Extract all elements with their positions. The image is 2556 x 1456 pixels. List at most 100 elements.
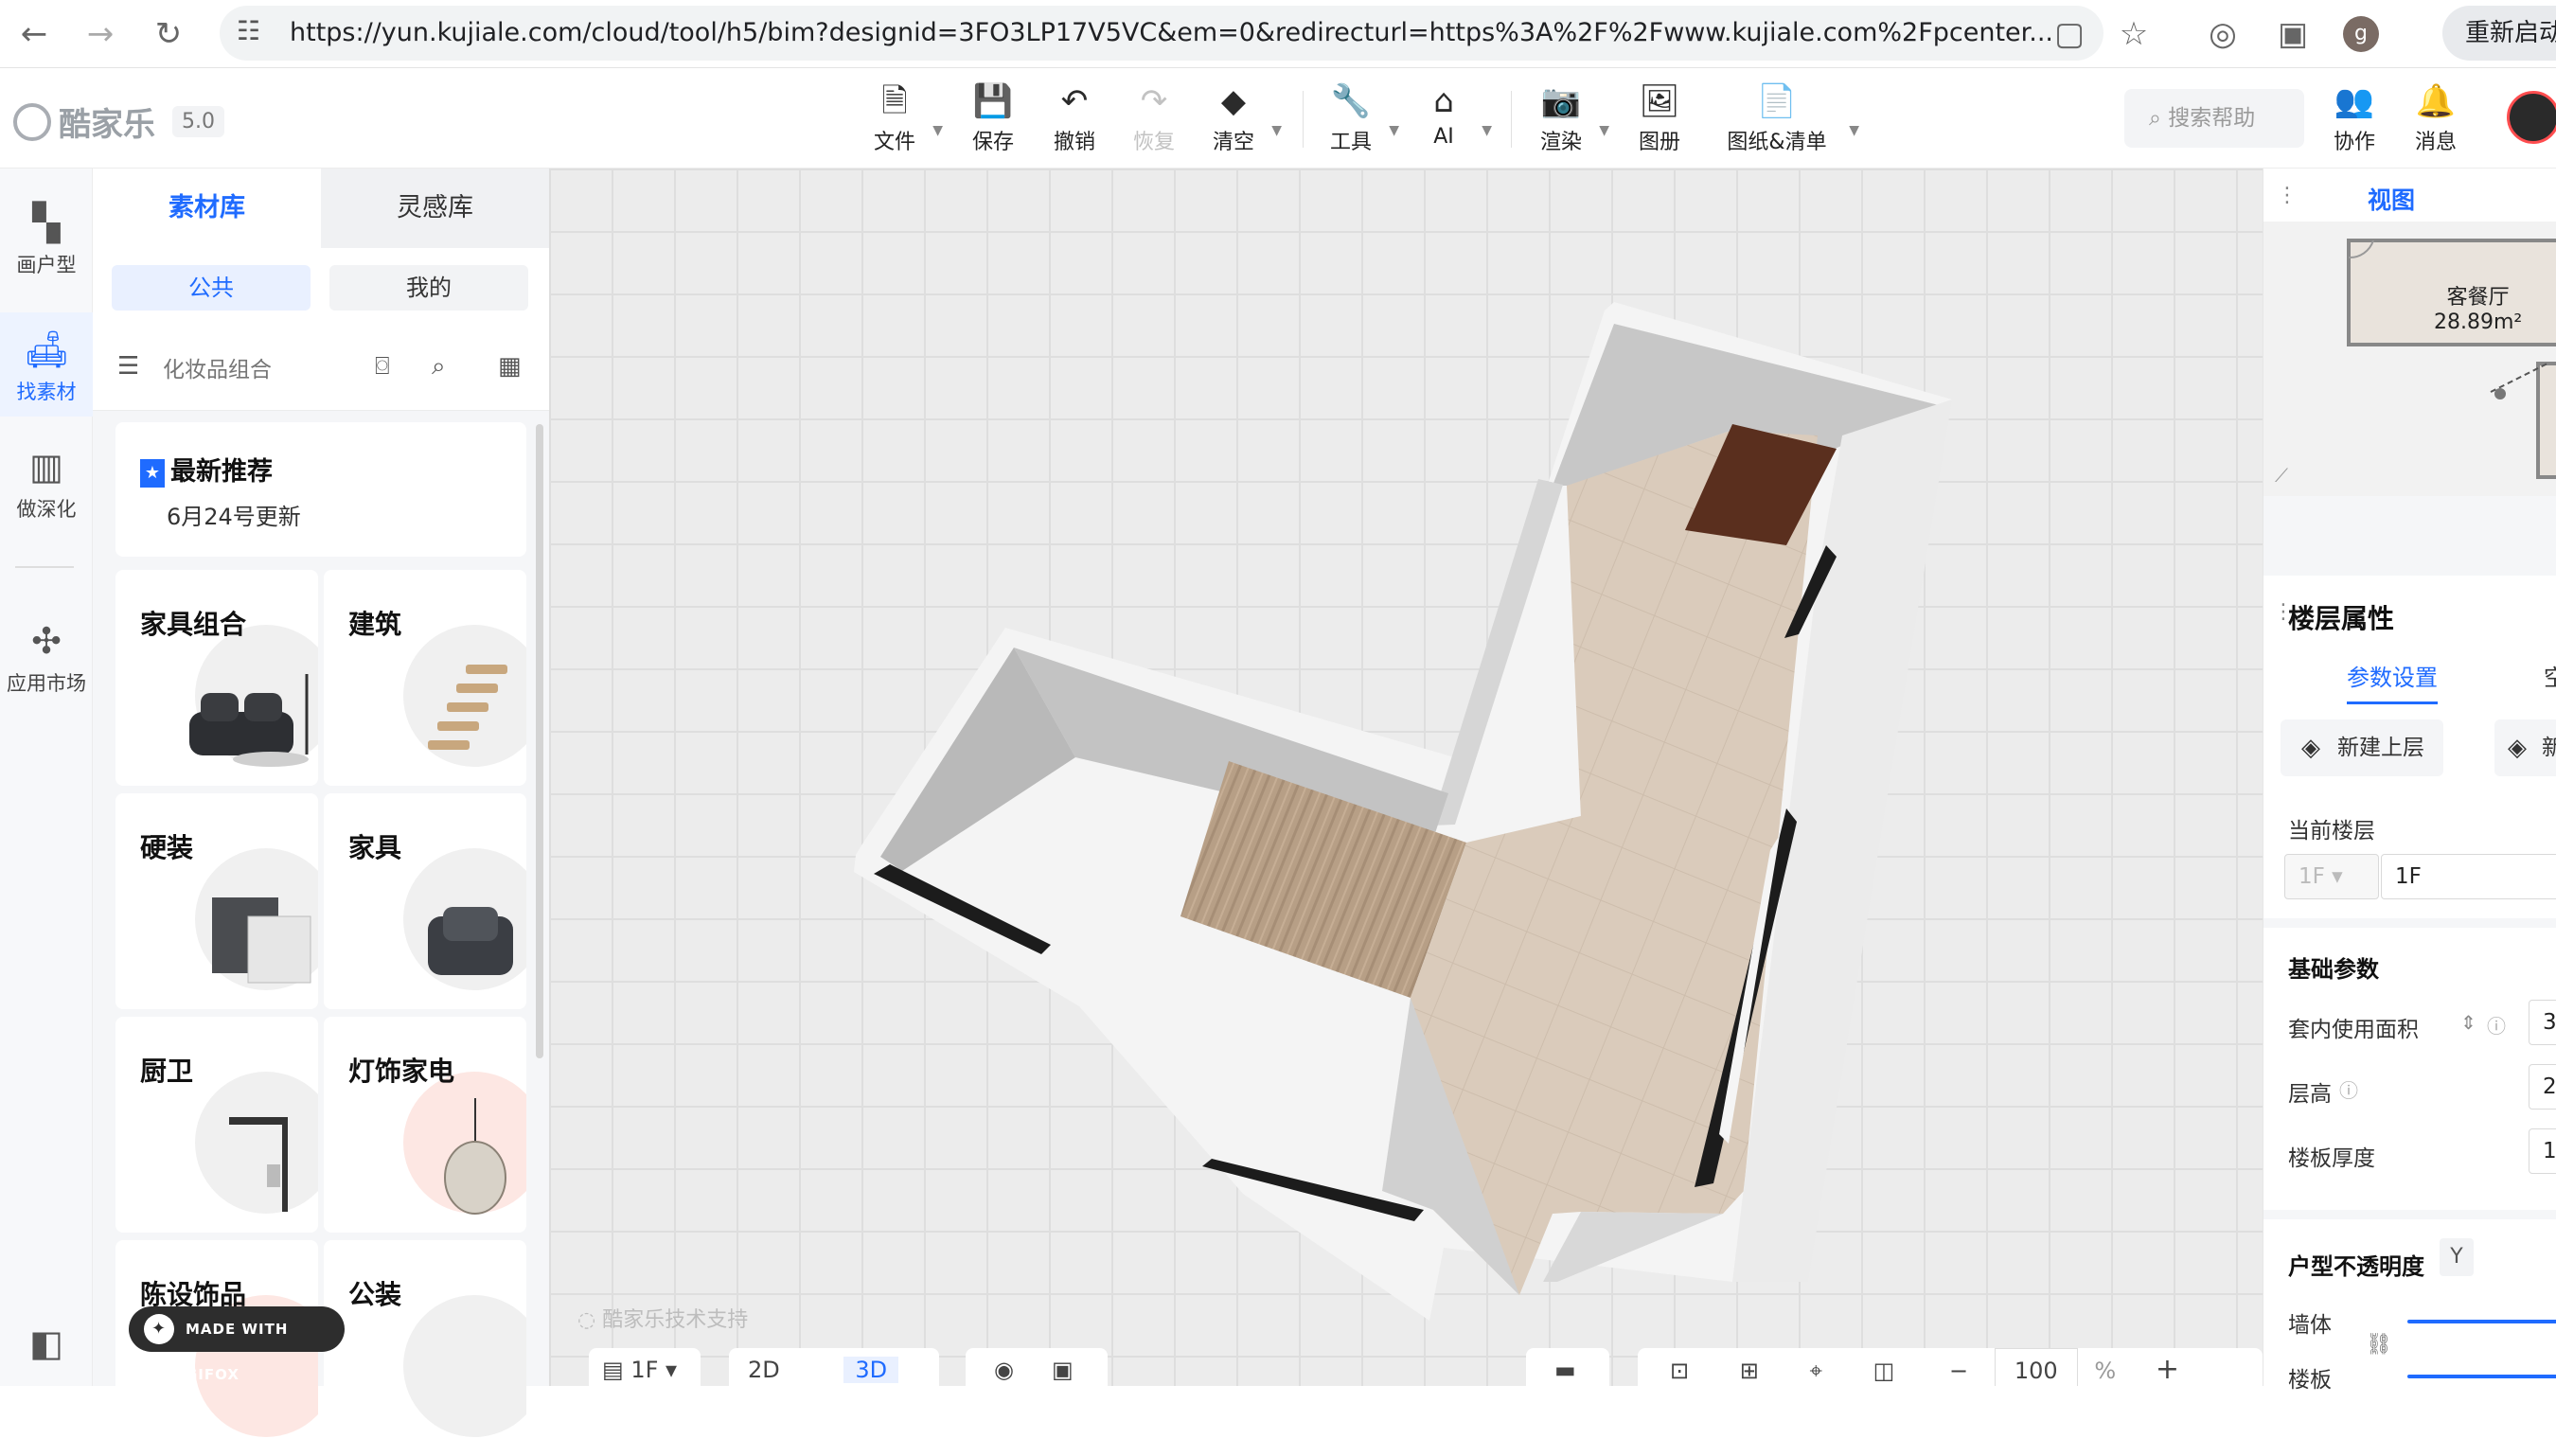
category-architecture[interactable]: 建筑	[324, 570, 526, 786]
info-icon[interactable]: ⓘ	[2487, 1011, 2506, 1039]
link-icon[interactable]: ⛓	[2366, 1333, 2392, 1357]
category-furniture-set[interactable]: 家具组合	[115, 570, 318, 786]
material-panel: 素材库 灵感库 公共 我的 ☰ ⌼ ⌕ ▦ ★最新推荐 6月24号更新 家具组合…	[93, 169, 549, 1456]
tab-view[interactable]: 视图	[2349, 182, 2435, 226]
search-icon[interactable]: ⌕	[432, 352, 446, 382]
category-hard-decor[interactable]: 硬装	[115, 793, 318, 1009]
recommend-title: ★ 最新推荐	[140, 451, 273, 488]
tools-menu-button[interactable]: 🔧 工具 ▼	[1299, 81, 1403, 157]
new-lower-floor-button[interactable]: ◈ 新	[2494, 719, 2556, 776]
search-icon: ⌕	[2149, 106, 2169, 131]
section-divider	[2263, 918, 2556, 928]
floor-height-label: 层高	[2288, 1082, 2332, 1107]
floor-selector[interactable]: ▤ 1F ▾	[589, 1348, 701, 1386]
tab-inspiration-library[interactable]: 灵感库	[321, 169, 549, 248]
info-icon[interactable]: ⓘ	[2339, 1075, 2358, 1103]
fit-view-icon[interactable]: ⊡	[1670, 1358, 1689, 1384]
wall-opacity-slider[interactable]	[2407, 1320, 2556, 1323]
category-furniture[interactable]: 家具	[324, 793, 526, 1009]
profile-avatar[interactable]: g	[2336, 9, 2386, 59]
reload-icon[interactable]: ↻	[144, 9, 193, 59]
inner-area-input[interactable]: 3	[2529, 1000, 2556, 1045]
design-canvas[interactable]: ◌ 酷家乐技术支持 ▤ 1F ▾ 2D 3D ◉ ▣ ▬ ⊡ ⊞ ⌖ ◫ − 10…	[549, 169, 2263, 1386]
list-icon[interactable]: ☰	[117, 352, 139, 381]
extension-circle-icon[interactable]: ◎	[2198, 9, 2247, 59]
user-avatar[interactable]	[2507, 91, 2556, 144]
focus-icon[interactable]: ⌖	[1810, 1358, 1823, 1384]
bookmark-star-icon[interactable]: ☆	[2109, 9, 2158, 59]
file-menu-button[interactable]: 🗎 文件 ▼	[843, 81, 947, 157]
sort-icon[interactable]: ⇕	[2460, 1011, 2476, 1034]
category-commercial[interactable]: 公装	[324, 1240, 526, 1456]
cube-icon[interactable]: ▣	[1052, 1357, 1074, 1383]
pin-icon[interactable]: ◉	[994, 1357, 1014, 1383]
file-icon: 🗎	[881, 82, 908, 120]
tab-second[interactable]: 空	[2544, 659, 2556, 692]
category-label: 家具组合	[140, 609, 247, 640]
messages-button[interactable]: 🔔 消息	[2384, 81, 2488, 157]
album-button[interactable]: 🖼 图册	[1607, 81, 1712, 157]
material-search-input[interactable]	[163, 348, 371, 392]
opacity-toggle[interactable]: Y	[2440, 1238, 2474, 1276]
forward-icon[interactable]: →	[76, 9, 125, 59]
measure-icon[interactable]: ◫	[1873, 1358, 1895, 1384]
help-search-input[interactable]: ⌕ 搜索帮助	[2124, 89, 2304, 148]
gifox-watermark: ✦ MADE WITH GIFOX	[129, 1306, 345, 1383]
zoom-toolbar: ⊡ ⊞ ⌖ ◫ − 100 % +	[1638, 1348, 2263, 1386]
new-upper-floor-button[interactable]: ◈ 新建上层	[2281, 719, 2443, 776]
drawings-list-menu-button[interactable]: 📄 图纸&清单 ▼	[1715, 81, 1859, 157]
ai-house-icon: ⌂	[1433, 82, 1454, 120]
site-settings-icon[interactable]: ☷	[237, 15, 260, 46]
floorplan-3d-view[interactable]	[549, 169, 2263, 1386]
tab-parameters[interactable]: 参数设置	[2347, 659, 2438, 704]
zoom-input[interactable]: 100	[1994, 1348, 2078, 1386]
view-2d-button[interactable]: 2D	[748, 1357, 780, 1383]
subtab-public[interactable]: 公共	[112, 265, 311, 311]
zoom-out-button[interactable]: −	[1949, 1358, 1968, 1384]
rail-item-app-market[interactable]: ✣ 应用市场	[0, 610, 93, 704]
wall-label: 墙体	[2288, 1313, 2332, 1338]
category-lighting-appliance[interactable]: 灯饰家电	[324, 1017, 526, 1233]
current-floor-select[interactable]: 1F ▾	[2284, 854, 2379, 899]
category-label: 家具	[348, 832, 402, 863]
toggle-tool[interactable]: ▬	[1526, 1348, 1609, 1386]
view-mode-toggle: 2D 3D	[729, 1348, 939, 1386]
subtab-mine[interactable]: 我的	[329, 265, 528, 311]
extensions-puzzle-icon[interactable]: ▣	[2268, 9, 2317, 59]
slab-thickness-input[interactable]: 12	[2529, 1128, 2556, 1174]
rail-collapse-button[interactable]: ◧	[0, 1322, 93, 1378]
frame-icon[interactable]: ⊞	[1740, 1358, 1759, 1384]
rail-item-floorplan[interactable]: ▚ 画户型	[0, 191, 93, 286]
watermark-text: 酷家乐技术支持	[602, 1308, 749, 1332]
view-3d-button[interactable]: 3D	[843, 1357, 899, 1383]
render-menu-button[interactable]: 📷 渲染 ▼	[1509, 81, 1613, 157]
zoom-in-button[interactable]: +	[2156, 1353, 2179, 1386]
latest-recommend-card[interactable]: ★ 最新推荐 6月24号更新	[115, 422, 526, 557]
current-floor-name-input[interactable]: 1F	[2381, 854, 2556, 899]
tab-material-library[interactable]: 素材库	[93, 169, 321, 248]
minimap[interactable]: 客餐厅 28.89m² ⟋	[2263, 222, 2556, 496]
layers-icon: ▤	[602, 1357, 631, 1383]
floorplan-icon: ▚	[32, 202, 61, 243]
clear-menu-button[interactable]: ◆ 清空 ▼	[1181, 81, 1286, 157]
library-tabs: 素材库 灵感库	[93, 169, 549, 248]
rail-item-label: 做深化	[16, 498, 77, 521]
grid-view-icon[interactable]: ▦	[498, 352, 522, 381]
category-kitchen-bath[interactable]: 厨卫	[115, 1017, 318, 1233]
slab-opacity-slider[interactable]	[2407, 1375, 2556, 1378]
back-icon[interactable]: ←	[9, 9, 59, 59]
tool-label: 消息	[2414, 131, 2457, 154]
floor-height-input[interactable]: 2	[2529, 1064, 2556, 1110]
rail-item-deepen[interactable]: ▥ 做深化	[0, 435, 93, 530]
address-bar[interactable]: ☷ https://yun.kujiale.com/cloud/tool/h5/…	[220, 6, 2103, 61]
restart-button[interactable]: 重新启动	[2442, 6, 2556, 61]
ai-menu-button[interactable]: ⌂ AI ▼	[1392, 81, 1496, 157]
camera-search-icon[interactable]: ⌼	[375, 352, 390, 382]
drag-handle-icon[interactable]: ⋮	[2277, 184, 2298, 207]
chevron-down-icon: ▾	[658, 1357, 678, 1383]
panel-scrollbar[interactable]	[536, 424, 543, 1058]
rail-item-find-materials[interactable]: 🛋 找素材	[0, 312, 93, 417]
url-text[interactable]: https://yun.kujiale.com/cloud/tool/h5/bi…	[290, 18, 2050, 47]
resize-handle-icon[interactable]: ⟋	[2275, 464, 2288, 487]
clipboard-icon[interactable]: ▢	[2045, 9, 2094, 59]
